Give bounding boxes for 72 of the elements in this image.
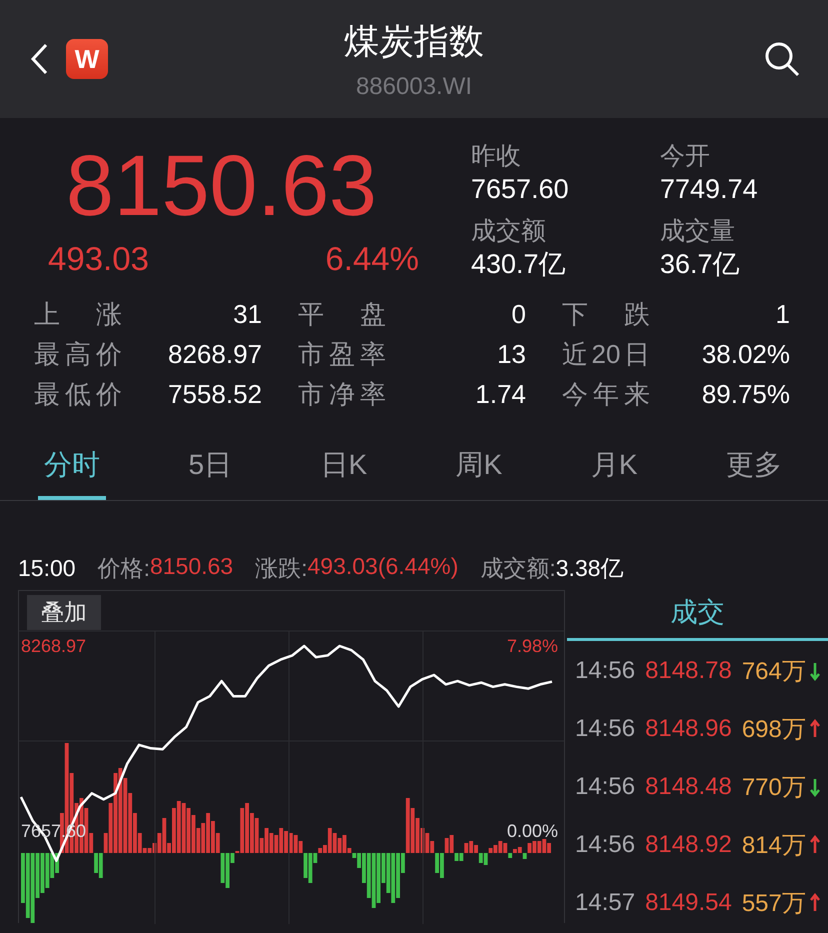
chart-tab[interactable]: 周K <box>450 445 508 500</box>
stat-label: 下跌 <box>562 298 650 331</box>
chart-tab[interactable]: 月K <box>584 445 644 500</box>
time-label: 15:00 <box>18 555 76 582</box>
stat-value: 1.74 <box>475 378 526 411</box>
chart-tab[interactable]: 分时 <box>38 445 106 500</box>
summary-label: 成交量 <box>660 216 736 246</box>
trade-volume: 557万 <box>742 889 806 919</box>
stat-label: 平盘 <box>298 298 386 331</box>
info-label: 价格: <box>98 554 150 583</box>
up-arrow-icon <box>810 893 820 913</box>
info-label: 成交额: <box>480 554 556 583</box>
trade-volume: 698万 <box>742 715 806 745</box>
trades-tab[interactable]: 成交 <box>567 590 828 641</box>
chart-tab[interactable]: 日K <box>314 445 374 500</box>
stat-value: 31 <box>233 298 262 331</box>
trade-time: 14:56 <box>575 715 636 743</box>
stat-label: 上涨 <box>34 298 122 331</box>
stat-label: 近20日 <box>562 338 650 371</box>
info-label: 涨跌: <box>255 554 308 583</box>
trade-volume: 764万 <box>742 657 806 687</box>
summary-label: 昨收 <box>471 141 522 172</box>
stat-value: 89.75% <box>702 378 790 411</box>
app-logo[interactable]: W <box>66 39 108 79</box>
stat-value: 13 <box>497 338 526 371</box>
back-icon[interactable] <box>28 41 50 77</box>
stat-label: 市净率 <box>298 378 386 411</box>
trade-time: 14:56 <box>575 773 636 801</box>
stat-value: 0 <box>512 298 526 331</box>
down-arrow-icon <box>810 777 820 797</box>
axis-label: 8268.97 <box>21 636 86 656</box>
chart-tab[interactable]: 5日 <box>182 445 238 500</box>
trade-price: 8148.96 <box>645 715 732 743</box>
up-arrow-icon <box>810 835 820 855</box>
price-change: 493.03 <box>48 240 149 278</box>
stat-value: 8268.97 <box>168 338 262 371</box>
down-arrow-icon <box>810 661 820 681</box>
stat-value: 1 <box>776 298 790 331</box>
stat-label: 最低价 <box>34 378 122 411</box>
trade-volume: 814万 <box>742 831 806 861</box>
trade-price: 8148.78 <box>645 657 732 685</box>
index-title: 煤炭指数 <box>344 20 484 62</box>
overlay-button[interactable]: 叠加 <box>27 595 101 630</box>
percent-change: 6.44% <box>325 240 419 278</box>
trade-price: 8148.92 <box>645 831 732 859</box>
summary-value: 36.7亿 <box>660 248 741 280</box>
stat-label: 市盈率 <box>298 338 386 371</box>
trade-price: 8149.54 <box>645 889 732 917</box>
trade-volume: 770万 <box>742 773 806 803</box>
info-value: 8150.63 <box>150 553 234 581</box>
chart-tab[interactable]: 更多 <box>720 445 788 500</box>
index-code: 886003.WI <box>356 72 472 100</box>
info-value: 3.38亿 <box>556 554 624 583</box>
trade-time: 14:56 <box>575 831 636 859</box>
summary-label: 今开 <box>660 141 711 172</box>
search-icon[interactable] <box>764 41 800 77</box>
stat-value: 7558.52 <box>168 378 262 411</box>
summary-value: 7657.60 <box>471 173 570 206</box>
axis-label: 7.98% <box>506 636 558 656</box>
stat-value: 38.02% <box>702 338 790 371</box>
summary-value: 7749.74 <box>660 173 759 206</box>
summary-label: 成交额 <box>471 216 547 246</box>
last-price: 8150.63 <box>66 140 378 232</box>
axis-label: 0.00% <box>506 820 558 841</box>
trade-price: 8148.48 <box>645 773 732 801</box>
info-value: 493.03(6.44%) <box>307 553 458 581</box>
trade-time: 14:56 <box>575 657 636 685</box>
stat-label: 最高价 <box>34 338 122 371</box>
summary-value: 430.7亿 <box>471 248 567 280</box>
up-arrow-icon <box>810 719 820 739</box>
trade-time: 14:57 <box>575 889 636 917</box>
stat-label: 今年来 <box>562 378 650 411</box>
